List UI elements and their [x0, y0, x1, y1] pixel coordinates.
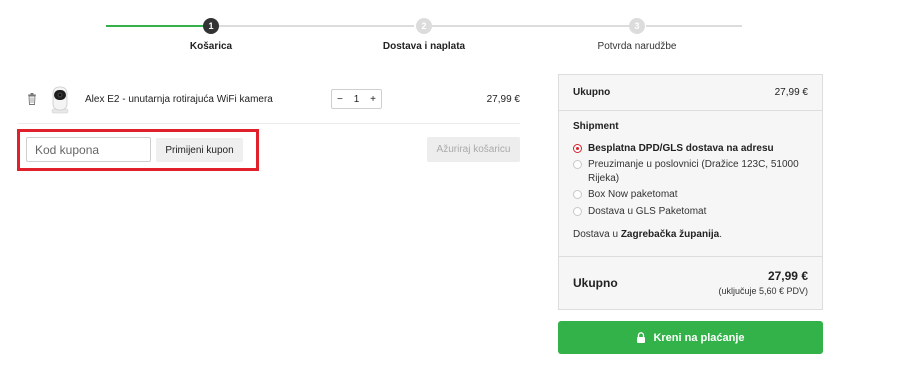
subtotal-value: 27,99 €: [774, 87, 808, 98]
shipping-option-label[interactable]: Preuzimanje u poslovnici (Dražice 123C, …: [588, 158, 813, 186]
destination-region[interactable]: Zagrebačka županija: [621, 229, 719, 240]
radio[interactable]: [573, 207, 582, 216]
order-summary-panel: Ukupno 27,99 € Shipment Besplatna DPD/GL…: [558, 74, 823, 310]
step-1-label: Košarica: [189, 41, 233, 52]
trash-icon[interactable]: [27, 93, 37, 105]
divider: [559, 256, 822, 257]
shipping-destination: Dostava u Zagrebačka županija.: [573, 229, 722, 240]
radio-selected[interactable]: [573, 144, 582, 153]
divider: [18, 123, 520, 124]
quantity-increase-button[interactable]: +: [370, 94, 376, 105]
checkout-button[interactable]: Kreni na plaćanje: [558, 321, 823, 354]
shipping-option-label[interactable]: Box Now paketomat: [588, 188, 678, 202]
destination-prefix: Dostava u: [573, 229, 621, 240]
product-image[interactable]: [49, 84, 71, 114]
total-value: 27,99 €: [767, 269, 808, 283]
shipping-option-label[interactable]: Dostava u GLS Paketomat: [588, 205, 706, 219]
coupon-input[interactable]: [26, 137, 151, 162]
tax-note: (uključuje 5,60 € PDV): [718, 286, 808, 296]
step-2-label: Dostava i naplata: [382, 41, 466, 52]
quantity-stepper[interactable]: − 1 +: [331, 89, 382, 109]
apply-coupon-button[interactable]: Primijeni kupon: [156, 138, 243, 162]
update-cart-button[interactable]: Ažuriraj košaricu: [427, 137, 520, 162]
step-progress-line: [218, 25, 414, 27]
shipping-option-label[interactable]: Besplatna DPD/GLS dostava na adresu: [588, 142, 774, 156]
step-3-label: Potvrda narudžbe: [597, 41, 677, 52]
total-label: Ukupno: [573, 276, 618, 290]
radio[interactable]: [573, 190, 582, 199]
quantity-value[interactable]: 1: [354, 94, 360, 105]
quantity-decrease-button[interactable]: −: [337, 94, 343, 105]
shipping-option-gls-paketomat[interactable]: Dostava u GLS Paketomat: [573, 205, 706, 219]
shipment-title: Shipment: [573, 121, 619, 132]
step-progress-line: [432, 25, 630, 27]
shipping-option-box-now[interactable]: Box Now paketomat: [573, 188, 678, 202]
shipping-option-pickup[interactable]: Preuzimanje u poslovnici (Dražice 123C, …: [573, 158, 813, 186]
checkout-button-label[interactable]: Kreni na plaćanje: [653, 332, 744, 344]
step-3-circle[interactable]: 3: [629, 18, 645, 34]
subtotal-row: Ukupno 27,99 €: [559, 75, 822, 111]
step-progress-line: [646, 25, 742, 27]
line-item-price: 27,99 €: [486, 94, 520, 105]
lock-icon: [637, 332, 646, 343]
shipping-option-dpd-gls[interactable]: Besplatna DPD/GLS dostava na adresu: [573, 142, 774, 156]
product-name[interactable]: Alex E2 - unutarnja rotirajuća WiFi kame…: [85, 94, 273, 105]
destination-suffix: .: [719, 229, 722, 240]
subtotal-label: Ukupno: [573, 87, 611, 98]
step-2-circle[interactable]: 2: [416, 18, 432, 34]
step-progress-line-done: [106, 25, 204, 27]
step-1-circle[interactable]: 1: [203, 18, 219, 34]
radio[interactable]: [573, 160, 582, 169]
